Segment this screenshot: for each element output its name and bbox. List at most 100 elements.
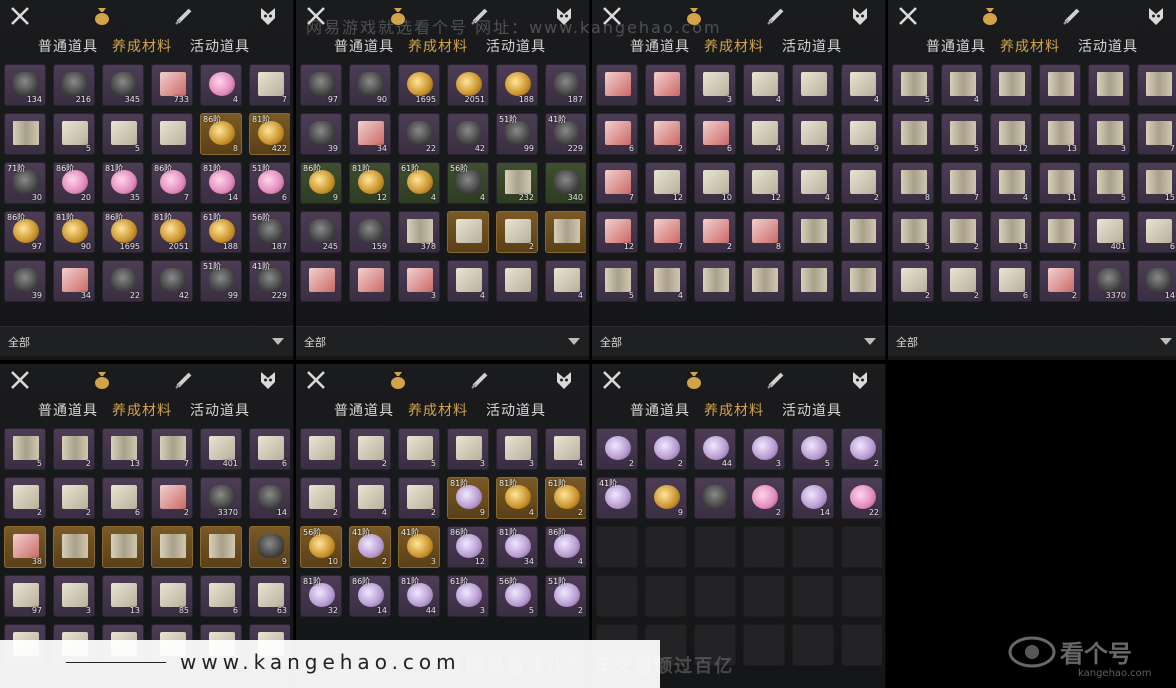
item-slot[interactable]: 51阶 2 [545,575,586,617]
item-slot[interactable]: 81阶 2051 [151,211,193,253]
item-slot[interactable] [200,526,242,568]
item-slot[interactable]: 56阶 187 [249,211,290,253]
fox-mask-icon[interactable] [256,368,280,392]
item-slot[interactable]: 86阶 14 [349,575,391,617]
item-slot[interactable]: 15 [1137,162,1176,204]
item-slot[interactable]: 4 [841,64,882,106]
item-slot[interactable]: 378 [398,211,440,253]
tab-common-items[interactable]: 普通道具 [926,36,986,56]
tab-event-items[interactable]: 活动道具 [782,400,842,420]
item-slot[interactable]: 4 [349,477,391,519]
item-slot[interactable]: 3 [398,260,440,302]
scroll-icon[interactable] [764,368,788,392]
item-slot[interactable]: 5 [4,428,46,470]
item-slot[interactable]: 134 [4,64,46,106]
item-slot[interactable] [841,260,882,302]
tab-event-items[interactable]: 活动道具 [190,400,250,420]
item-slot[interactable]: 733 [151,64,193,106]
item-slot[interactable]: 12 [743,162,785,204]
item-slot[interactable]: 159 [349,211,391,253]
item-slot[interactable] [300,428,342,470]
item-slot[interactable]: 34 [53,260,95,302]
item-slot[interactable]: 4 [200,64,242,106]
item-slot[interactable]: 61阶 4 [398,162,440,204]
item-slot[interactable]: 5 [792,428,834,470]
crossed-swords-icon[interactable] [896,4,920,28]
item-slot[interactable]: 13 [102,428,144,470]
item-slot[interactable]: 86阶 1695 [102,211,144,253]
scroll-icon[interactable] [1060,4,1084,28]
item-slot[interactable] [102,526,144,568]
item-slot[interactable]: 2 [151,477,193,519]
item-slot[interactable]: 13 [1039,113,1081,155]
item-slot[interactable] [596,64,638,106]
item-slot[interactable]: 41阶 229 [249,260,290,302]
item-slot[interactable] [841,211,882,253]
item-slot[interactable]: 81阶 34 [496,526,538,568]
item-slot[interactable]: 86阶 20 [53,162,95,204]
item-slot[interactable]: 3 [743,428,785,470]
item-slot[interactable] [892,113,934,155]
item-slot[interactable]: 2 [941,260,983,302]
item-slot[interactable]: 39 [300,113,342,155]
pouch-icon[interactable] [386,368,410,392]
scroll-icon[interactable] [172,4,196,28]
item-slot[interactable]: 2 [743,477,785,519]
scroll-icon[interactable] [172,368,196,392]
item-slot[interactable] [447,211,489,253]
tab-common-items[interactable]: 普通道具 [334,36,394,56]
item-slot[interactable]: 97 [300,64,342,106]
item-slot[interactable]: 14 [1137,260,1176,302]
tab-common-items[interactable]: 普通道具 [38,36,98,56]
tab-cultivation-materials[interactable]: 养成材料 [704,36,764,56]
item-slot[interactable]: 12 [596,211,638,253]
item-slot[interactable]: 5 [398,428,440,470]
item-slot[interactable]: 7 [1137,113,1176,155]
item-slot[interactable]: 51阶 99 [200,260,242,302]
item-slot[interactable]: 42 [151,260,193,302]
item-slot[interactable]: 39 [4,260,46,302]
filter-dropdown[interactable]: 全部 [0,326,293,356]
item-slot[interactable]: 13 [102,575,144,617]
item-slot[interactable]: 2 [53,428,95,470]
item-slot[interactable] [990,64,1032,106]
item-slot[interactable]: 22 [841,477,882,519]
item-slot[interactable]: 56阶 10 [300,526,342,568]
tab-cultivation-materials[interactable]: 养成材料 [408,36,468,56]
item-slot[interactable]: 216 [53,64,95,106]
item-slot[interactable]: 42 [447,113,489,155]
fox-mask-icon[interactable] [848,368,872,392]
item-slot[interactable]: 5 [53,113,95,155]
item-slot[interactable]: 85 [151,575,193,617]
item-slot[interactable]: 2 [892,260,934,302]
tab-cultivation-materials[interactable]: 养成材料 [704,400,764,420]
item-slot[interactable] [151,526,193,568]
item-slot[interactable]: 340 [545,162,586,204]
item-slot[interactable]: 2051 [447,64,489,106]
item-slot[interactable]: 2 [300,477,342,519]
item-slot[interactable]: 22 [398,113,440,155]
item-slot[interactable]: 97 [4,575,46,617]
item-slot[interactable]: 7 [792,113,834,155]
item-slot[interactable]: 3370 [200,477,242,519]
item-slot[interactable]: 86阶 7 [151,162,193,204]
item-slot[interactable]: 2 [841,162,882,204]
item-slot[interactable] [1039,64,1081,106]
item-slot[interactable]: 81阶 9 [447,477,489,519]
item-slot[interactable]: 7 [596,162,638,204]
item-slot[interactable]: 2 [349,428,391,470]
item-slot[interactable]: 10 [694,162,736,204]
item-slot[interactable]: 22 [102,260,144,302]
item-slot[interactable]: 6 [102,477,144,519]
item-slot[interactable]: 81阶 35 [102,162,144,204]
item-slot[interactable]: 56阶 4 [447,162,489,204]
fox-mask-icon[interactable] [1144,4,1168,28]
item-slot[interactable]: 90 [349,64,391,106]
item-slot[interactable] [151,113,193,155]
item-slot[interactable]: 41阶 3 [398,526,440,568]
item-slot[interactable]: 4 [645,260,687,302]
item-slot[interactable]: 14 [792,477,834,519]
tab-event-items[interactable]: 活动道具 [782,36,842,56]
item-slot[interactable] [645,64,687,106]
item-slot[interactable]: 81阶 90 [53,211,95,253]
